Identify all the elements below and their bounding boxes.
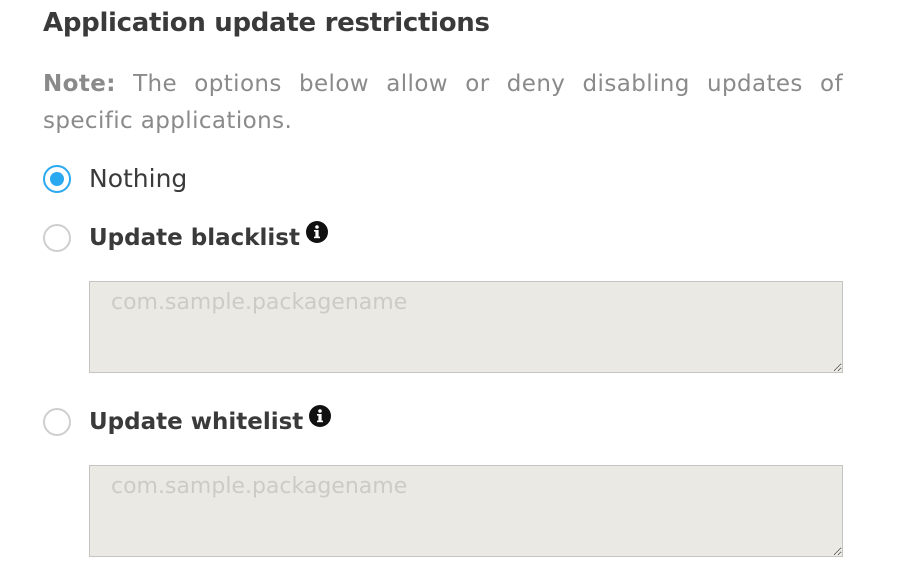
note-text: Note: The options below allow or deny di…	[43, 66, 843, 140]
update-blacklist-textarea[interactable]	[89, 281, 843, 373]
radio-checked-icon[interactable]	[43, 164, 71, 193]
update-blacklist-textarea-wrapper	[89, 281, 843, 373]
radio-label-update-blacklist: Update blacklist	[89, 225, 300, 251]
radio-option-nothing[interactable]: Nothing	[43, 164, 187, 193]
radio-unchecked-icon[interactable]	[43, 408, 71, 436]
radio-label-update-whitelist: Update whitelist	[89, 409, 304, 435]
radio-unchecked-icon[interactable]	[43, 224, 71, 252]
info-icon[interactable]	[309, 405, 332, 427]
radio-option-update-whitelist[interactable]: Update whitelist	[43, 405, 332, 436]
info-icon[interactable]	[305, 221, 328, 243]
radio-label-nothing: Nothing	[89, 164, 188, 193]
note-body: The options below allow or deny disablin…	[43, 71, 843, 134]
application-update-restrictions-section: Application update restrictions Note: Th…	[0, 0, 914, 586]
note-label: Note:	[43, 71, 116, 97]
update-whitelist-textarea[interactable]	[89, 465, 843, 557]
section-title: Application update restrictions	[43, 8, 490, 38]
radio-option-update-blacklist[interactable]: Update blacklist	[43, 221, 328, 252]
update-whitelist-textarea-wrapper	[89, 465, 843, 557]
